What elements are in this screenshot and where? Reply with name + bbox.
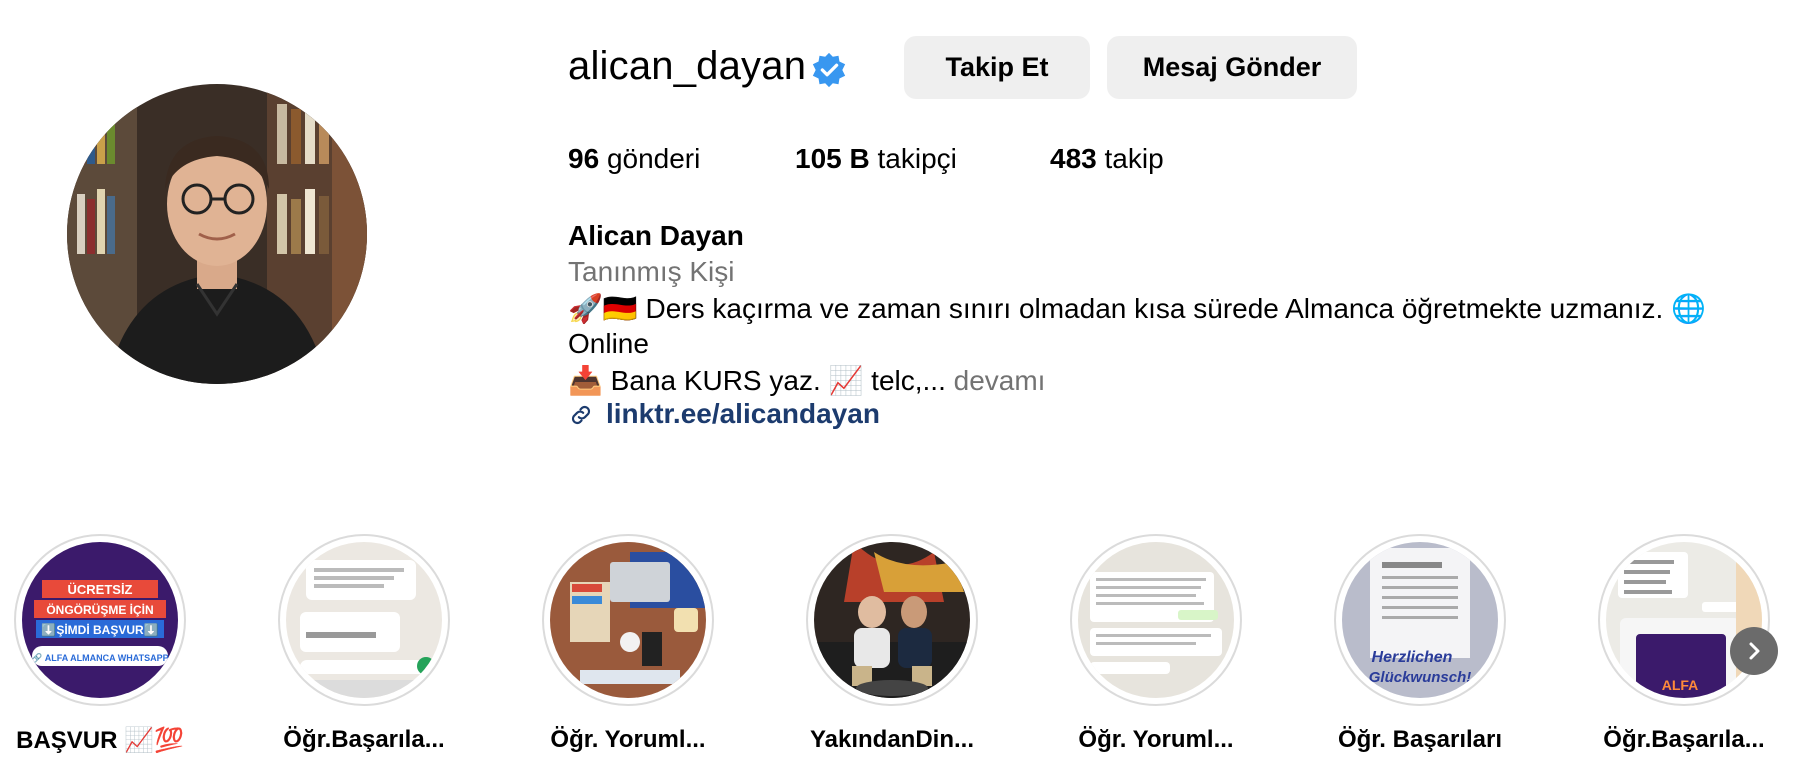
highlight-item[interactable]: Öğr.Başarıla... <box>278 534 450 753</box>
followers-label: takipçi <box>877 143 957 174</box>
highlight-cover <box>286 542 442 698</box>
highlight-label: Öğr.Başarıla... <box>283 726 445 753</box>
profile-category: Tanınmış Kişi <box>568 256 735 287</box>
chevron-right-icon <box>1749 642 1760 660</box>
highlight-label: Öğr. Yoruml... <box>1078 726 1234 753</box>
bio-line-1: 🚀🇩🇪 Ders kaçırma ve zaman sınırı olmadan… <box>568 293 1706 324</box>
posts-count: 96 <box>568 143 600 174</box>
profile-avatar[interactable] <box>67 84 367 384</box>
bio-line-3-text: 📥 Bana KURS yaz. 📈 telc,... <box>568 365 946 396</box>
bio-more-link[interactable]: devamı <box>954 365 1046 396</box>
highlight-text-6: Glückwunsch! <box>1369 669 1472 686</box>
highlight-cover: ÜCRETSİZ ÖNGÖRÜŞME İÇİN ⬇️ŞİMDİ BAŞVUR⬇️… <box>22 542 178 698</box>
highlight-cover <box>550 542 706 698</box>
highlights-next-button[interactable] <box>1730 627 1778 675</box>
highlight-label: Öğr.Başarıla... <box>1603 726 1765 753</box>
bio-line-3: 📥 Bana KURS yaz. 📈 telc,... devamı <box>568 364 1045 397</box>
profile-external-link[interactable]: linktr.ee/alicandayan <box>606 398 880 430</box>
profile-username: alican_dayan <box>568 44 807 88</box>
highlight-ring: Herzlichen Glückwunsch! <box>1334 534 1506 706</box>
highlight-ring <box>542 534 714 706</box>
highlight-item[interactable]: Öğr. Yoruml... <box>542 534 714 753</box>
link-icon <box>571 405 591 425</box>
highlight-cover: Herzlichen Glückwunsch! <box>1342 542 1498 698</box>
highlight-label: Öğr. Başarıları <box>1337 726 1503 753</box>
followers-count: 105 B <box>795 143 870 174</box>
highlight-item[interactable]: Öğr. Yoruml... <box>1070 534 1242 753</box>
highlight-ring <box>806 534 978 706</box>
highlight-ring: ALFA <box>1598 534 1770 706</box>
highlight-ring <box>278 534 450 706</box>
highlight-item[interactable]: ÜCRETSİZ ÖNGÖRÜŞME İÇİN ⬇️ŞİMDİ BAŞVUR⬇️… <box>14 534 186 754</box>
highlight-text-1: ÜCRETSİZ <box>68 582 133 597</box>
highlight-text-3: ⬇️ŞİMDİ BAŞVUR⬇️ <box>41 622 158 637</box>
highlight-label: BAŞVUR 📈💯 <box>16 727 184 754</box>
posts-stat: 96 gönderi <box>568 143 700 175</box>
highlight-cover <box>814 542 970 698</box>
highlight-text-2: ÖNGÖRÜŞME İÇİN <box>46 602 153 617</box>
send-message-button[interactable]: Mesaj Gönder <box>1107 36 1357 99</box>
highlight-cover: ALFA <box>1606 542 1762 698</box>
highlight-cover <box>1078 542 1234 698</box>
highlight-item[interactable]: Herzlichen Glückwunsch! Öğr. Başarıları <box>1334 534 1506 753</box>
highlight-text-7: ALFA <box>1662 677 1699 693</box>
posts-label: gönderi <box>606 143 701 174</box>
follow-button[interactable]: Takip Et <box>904 36 1090 99</box>
profile-full-name: Alican Dayan <box>568 220 744 251</box>
highlight-text-5: Herzlichen <box>1372 649 1453 666</box>
highlight-ring: ÜCRETSİZ ÖNGÖRÜŞME İÇİN ⬇️ŞİMDİ BAŞVUR⬇️… <box>14 534 186 706</box>
avatar-image <box>67 84 367 384</box>
highlight-label: YakındanDin... <box>809 726 975 753</box>
verified-badge-icon <box>812 52 846 88</box>
highlight-label: Öğr. Yoruml... <box>550 726 706 753</box>
bio-line-2: Online <box>568 328 649 359</box>
highlight-text-4: 🔗 ALFA ALMANCA WHATSAPP <box>31 652 168 664</box>
following-stat[interactable]: 483 takip <box>1050 143 1164 175</box>
highlight-ring <box>1070 534 1242 706</box>
highlight-item[interactable]: ALFA Öğr.Başarıla... <box>1598 534 1770 753</box>
highlight-item[interactable]: YakındanDin... <box>806 534 978 753</box>
following-label: takip <box>1104 143 1164 174</box>
followers-stat[interactable]: 105 B takipçi <box>795 143 957 175</box>
following-count: 483 <box>1050 143 1097 174</box>
